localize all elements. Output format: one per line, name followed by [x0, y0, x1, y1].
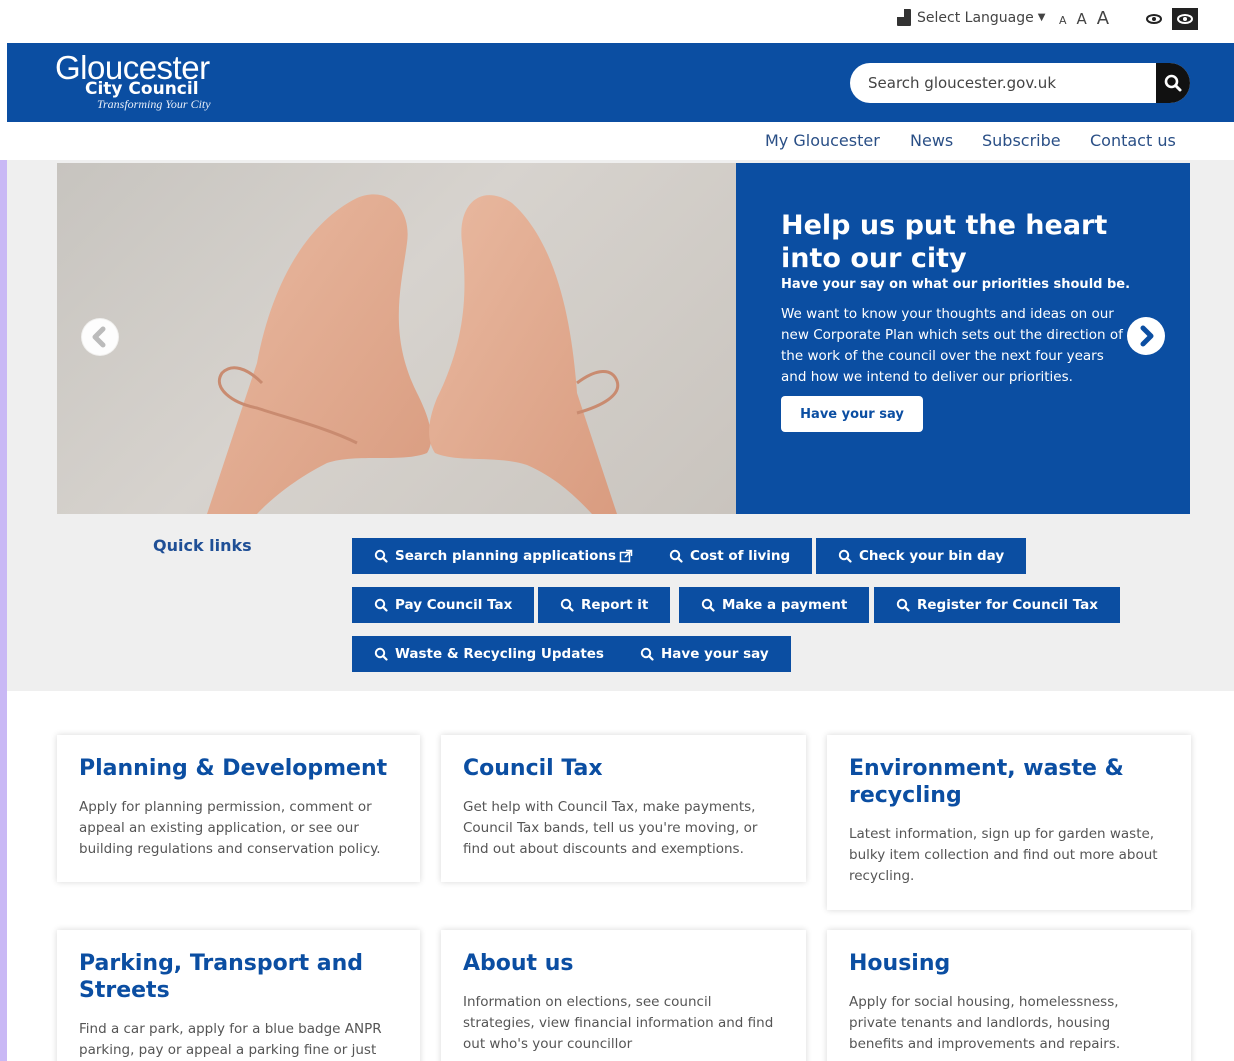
card-planning-development[interactable]: Planning & Development Apply for plannin… — [57, 735, 420, 882]
card-text: Information on elections, see council st… — [463, 994, 774, 1052]
search-box — [850, 63, 1190, 103]
search-icon — [374, 598, 388, 612]
search-icon — [896, 598, 910, 612]
card-text: Apply for planning permission, comment o… — [79, 799, 381, 857]
quick-link-label: Register for Council Tax — [917, 597, 1098, 613]
chevron-right-icon — [1128, 318, 1164, 354]
quick-link-label: Search planning applications — [395, 548, 616, 564]
card-environment-waste[interactable]: Environment, waste & recycling Latest in… — [827, 735, 1191, 910]
hero-image-heart-hands — [57, 163, 736, 514]
search-icon — [560, 598, 574, 612]
hero-title: Help us put the heart into our city — [781, 210, 1108, 274]
language-icon — [897, 9, 911, 26]
hero-body-text: We want to know your thoughts and ideas … — [781, 306, 1123, 385]
quick-link-waste-recycling[interactable]: Waste & Recycling Updates — [352, 636, 626, 672]
card-text: Find a car park, apply for a blue badge … — [79, 1021, 382, 1058]
font-size-small-button[interactable]: A — [1059, 14, 1067, 27]
logo-tagline: Transforming Your City — [97, 97, 211, 111]
card-council-tax[interactable]: Council Tax Get help with Council Tax, m… — [441, 735, 806, 882]
nav-contact-us[interactable]: Contact us — [1090, 131, 1176, 150]
council-logo[interactable]: Gloucester City Council Transforming You… — [55, 51, 225, 115]
card-housing[interactable]: Housing Apply for social housing, homele… — [827, 930, 1191, 1061]
nav-news[interactable]: News — [910, 131, 953, 150]
quick-link-label: Cost of living — [690, 548, 791, 564]
quick-link-label: Make a payment — [722, 597, 848, 613]
search-button[interactable] — [1156, 63, 1190, 103]
search-icon — [640, 647, 654, 661]
quick-link-have-your-say[interactable]: Have your say — [618, 636, 791, 672]
quick-link-report-it[interactable]: Report it — [538, 587, 671, 623]
caret-down-icon: ▼ — [1037, 12, 1046, 23]
card-title: Environment, waste & recycling — [849, 756, 1124, 808]
card-title: Housing — [849, 951, 951, 976]
card-title: About us — [463, 951, 574, 976]
nav-subscribe[interactable]: Subscribe — [982, 131, 1061, 150]
external-link-icon — [619, 549, 633, 563]
quick-link-make-payment[interactable]: Make a payment — [679, 587, 870, 623]
contrast-normal-button[interactable] — [1144, 11, 1164, 27]
quick-link-register-council-tax[interactable]: Register for Council Tax — [874, 587, 1120, 623]
carousel-next-button[interactable] — [1127, 317, 1165, 355]
card-text: Apply for social housing, homelessness, … — [849, 994, 1121, 1052]
search-icon — [701, 598, 715, 612]
have-your-say-button[interactable]: Have your say — [781, 396, 923, 432]
quick-link-search-planning[interactable]: Search planning applications — [352, 538, 662, 574]
carousel-prev-button[interactable] — [81, 318, 119, 356]
utility-bar: Select Language ▼ A A A — [7, 0, 1234, 43]
quick-link-label: Waste & Recycling Updates — [395, 646, 604, 662]
quick-links-label: Quick links — [153, 536, 252, 555]
search-icon — [374, 549, 388, 563]
hero-panel: Help us put the heart into our city Have… — [736, 163, 1190, 514]
hero-subtitle: Have your say on what our priorities sho… — [781, 277, 1131, 292]
search-input[interactable] — [868, 63, 1138, 103]
card-text: Get help with Council Tax, make payments… — [463, 799, 758, 857]
search-icon — [669, 549, 683, 563]
nav-my-gloucester[interactable]: My Gloucester — [765, 131, 880, 150]
quick-link-label: Check your bin day — [859, 548, 1005, 564]
card-text: Latest information, sign up for garden w… — [849, 826, 1158, 884]
quick-link-check-bin-day[interactable]: Check your bin day — [816, 538, 1027, 574]
heart-hands-illustration — [207, 194, 620, 514]
card-title: Parking, Transport and Streets — [79, 951, 364, 1003]
left-edge-strip — [0, 160, 7, 1061]
chevron-left-icon — [82, 319, 118, 355]
search-icon — [374, 647, 388, 661]
quick-link-pay-council-tax[interactable]: Pay Council Tax — [352, 587, 535, 623]
font-size-controls: A A A — [1059, 8, 1109, 29]
eye-icon — [1146, 14, 1162, 24]
language-selector[interactable]: Select Language ▼ — [897, 9, 1045, 26]
card-title: Council Tax — [463, 756, 603, 781]
search-icon — [1164, 74, 1182, 92]
font-size-medium-button[interactable]: A — [1077, 10, 1087, 28]
eye-icon — [1177, 14, 1193, 24]
card-title: Planning & Development — [79, 756, 388, 781]
top-nav: My Gloucester News Subscribe Contact us — [7, 122, 1234, 160]
card-parking-transport[interactable]: Parking, Transport and Streets Find a ca… — [57, 930, 420, 1061]
search-icon — [838, 549, 852, 563]
contrast-high-button[interactable] — [1172, 8, 1198, 30]
language-label: Select Language — [917, 9, 1034, 26]
quick-link-label: Have your say — [661, 646, 769, 662]
quick-link-label: Pay Council Tax — [395, 597, 513, 613]
site-header: Gloucester City Council Transforming You… — [7, 43, 1234, 122]
quick-link-cost-of-living[interactable]: Cost of living — [647, 538, 813, 574]
quick-link-label: Report it — [581, 597, 649, 613]
font-size-large-button[interactable]: A — [1097, 8, 1109, 29]
card-about-us[interactable]: About us Information on elections, see c… — [441, 930, 806, 1061]
